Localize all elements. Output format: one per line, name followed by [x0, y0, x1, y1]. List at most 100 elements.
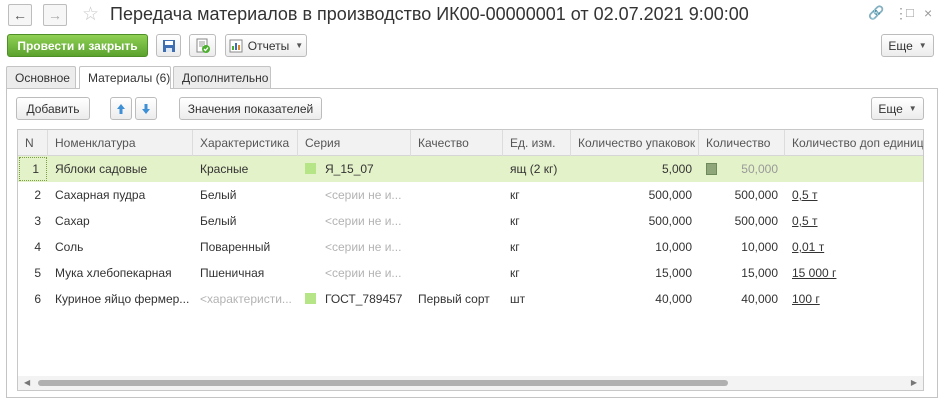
cell-series[interactable]: Я_15_07	[298, 156, 411, 182]
column-header-unit[interactable]: Ед. изм.	[503, 130, 571, 156]
cell-extra-units[interactable]: 0,5 т	[785, 182, 923, 208]
cell-series[interactable]: <серии не и...	[318, 182, 411, 208]
cell-characteristic[interactable]: Белый	[193, 208, 298, 234]
extra-units-link[interactable]: 0,01 т	[792, 240, 824, 254]
cell-n[interactable]: 6	[18, 286, 48, 312]
cell-characteristic[interactable]: Пшеничная	[193, 260, 298, 286]
cell-quality[interactable]	[411, 234, 503, 260]
cell-packs[interactable]: 5,000	[571, 156, 699, 182]
horizontal-scrollbar[interactable]: ◀ ▶	[18, 376, 923, 390]
cell-characteristic[interactable]: Поваренный	[193, 234, 298, 260]
table-row[interactable]: 3 Сахар Белый <серии не и... кг 500,000 …	[18, 208, 923, 234]
cell-unit[interactable]: ящ (2 кг)	[503, 156, 571, 182]
cell-unit[interactable]: шт	[503, 286, 571, 312]
tab-additional[interactable]: Дополнительно	[173, 66, 271, 88]
post-and-close-button[interactable]: Провести и закрыть	[7, 34, 148, 57]
column-header-quantity[interactable]: Количество	[699, 130, 785, 156]
cell-quantity[interactable]: 10,000	[699, 234, 785, 260]
column-header-series[interactable]: Серия	[298, 130, 411, 156]
cell-n[interactable]: 1	[19, 157, 47, 181]
forward-button[interactable]: →	[43, 4, 67, 26]
cell-characteristic[interactable]: <характеристи...	[193, 286, 298, 312]
table-row[interactable]: 1 Яблоки садовые Красные Я_15_07 ящ (2 к…	[18, 156, 923, 182]
reports-button[interactable]: Отчеты ▼	[225, 34, 307, 57]
cell-extra-units[interactable]: 0,5 т	[785, 208, 923, 234]
save-button[interactable]	[156, 34, 181, 57]
move-down-button[interactable]	[135, 97, 157, 120]
column-header-n[interactable]: N	[18, 130, 48, 156]
post-button[interactable]	[189, 34, 216, 57]
cell-n[interactable]: 3	[18, 208, 48, 234]
maximize-icon[interactable]: □	[906, 5, 914, 20]
column-header-packs[interactable]: Количество упаковок	[571, 130, 699, 156]
extra-units-link[interactable]: 0,5 т	[792, 188, 818, 202]
extra-units-link[interactable]: 15 000 г	[792, 266, 836, 280]
cell-quality[interactable]	[411, 260, 503, 286]
cell-quantity[interactable]: 500,000	[699, 208, 785, 234]
extra-units-link[interactable]: 100 г	[792, 292, 820, 306]
scroll-right-icon[interactable]: ▶	[911, 378, 917, 387]
cell-item[interactable]: Сахар	[48, 208, 193, 234]
tab-materials[interactable]: Материалы (6)	[79, 66, 171, 89]
extra-units-link[interactable]: 0,5 т	[792, 214, 818, 228]
cell-series[interactable]: <серии не и...	[318, 234, 411, 260]
add-button[interactable]: Добавить	[16, 97, 90, 120]
cell-series[interactable]: <серии не и...	[318, 208, 411, 234]
cell-item[interactable]: Мука хлебопекарная	[48, 260, 193, 286]
calculator-icon[interactable]	[706, 163, 717, 175]
cell-unit[interactable]: кг	[503, 260, 571, 286]
save-icon	[162, 39, 175, 52]
cell-quantity[interactable]: 40,000	[699, 286, 785, 312]
favorite-star-icon[interactable]: ☆	[82, 3, 99, 26]
cell-n[interactable]: 2	[18, 182, 48, 208]
back-button[interactable]: ←	[8, 4, 32, 26]
move-up-button[interactable]	[110, 97, 132, 120]
cell-unit[interactable]: кг	[503, 208, 571, 234]
cell-packs[interactable]: 500,000	[571, 182, 699, 208]
materials-table[interactable]: N Номенклатура Характеристика Серия Каче…	[17, 129, 924, 391]
cell-quantity[interactable]: 15,000	[699, 260, 785, 286]
scrollbar-thumb[interactable]	[38, 380, 728, 386]
table-row[interactable]: 6 Куриное яйцо фермер... <характеристи..…	[18, 286, 923, 312]
cell-extra-units[interactable]: 100 г	[785, 286, 923, 312]
table-row[interactable]: 4 Соль Поваренный <серии не и... кг 10,0…	[18, 234, 923, 260]
tab-main[interactable]: Основное	[6, 66, 76, 88]
close-icon[interactable]: ×	[924, 5, 932, 21]
cell-item[interactable]: Куриное яйцо фермер...	[48, 286, 193, 312]
column-header-extra-units[interactable]: Количество доп единиц	[785, 130, 923, 156]
cell-extra-units[interactable]: 0,01 т	[785, 234, 923, 260]
cell-unit[interactable]: кг	[503, 182, 571, 208]
cell-quantity[interactable]: 500,000	[699, 182, 785, 208]
cell-packs[interactable]: 10,000	[571, 234, 699, 260]
column-header-quality[interactable]: Качество	[411, 130, 503, 156]
cell-series[interactable]: <серии не и...	[318, 260, 411, 286]
cell-quality[interactable]	[411, 182, 503, 208]
column-header-item[interactable]: Номенклатура	[48, 130, 193, 156]
cell-extra-units[interactable]: 15 000 г	[785, 260, 923, 286]
more-button[interactable]: Еще ▼	[881, 34, 934, 57]
cell-n[interactable]: 5	[18, 260, 48, 286]
cell-n[interactable]: 4	[18, 234, 48, 260]
cell-quality[interactable]	[411, 208, 503, 234]
cell-series[interactable]: ГОСТ_789457	[298, 286, 411, 312]
cell-packs[interactable]: 500,000	[571, 208, 699, 234]
indicator-values-button[interactable]: Значения показателей	[179, 97, 322, 120]
cell-characteristic[interactable]: Красные	[193, 156, 298, 182]
cell-item[interactable]: Соль	[48, 234, 193, 260]
cell-packs[interactable]: 40,000	[571, 286, 699, 312]
cell-item[interactable]: Сахарная пудра	[48, 182, 193, 208]
cell-packs[interactable]: 15,000	[571, 260, 699, 286]
table-row[interactable]: 2 Сахарная пудра Белый <серии не и... кг…	[18, 182, 923, 208]
cell-quantity[interactable]: 50,000	[699, 156, 785, 182]
cell-unit[interactable]: кг	[503, 234, 571, 260]
cell-item[interactable]: Яблоки садовые	[48, 156, 193, 182]
cell-characteristic[interactable]: Белый	[193, 182, 298, 208]
link-icon[interactable]: 🔗	[868, 5, 884, 21]
table-more-button[interactable]: Еще ▼	[871, 97, 924, 120]
cell-extra-units[interactable]	[785, 156, 923, 182]
column-header-characteristic[interactable]: Характеристика	[193, 130, 298, 156]
scroll-left-icon[interactable]: ◀	[24, 378, 30, 387]
table-row[interactable]: 5 Мука хлебопекарная Пшеничная <серии не…	[18, 260, 923, 286]
cell-quality[interactable]: Первый сорт	[411, 286, 503, 312]
cell-quality[interactable]	[411, 156, 503, 182]
